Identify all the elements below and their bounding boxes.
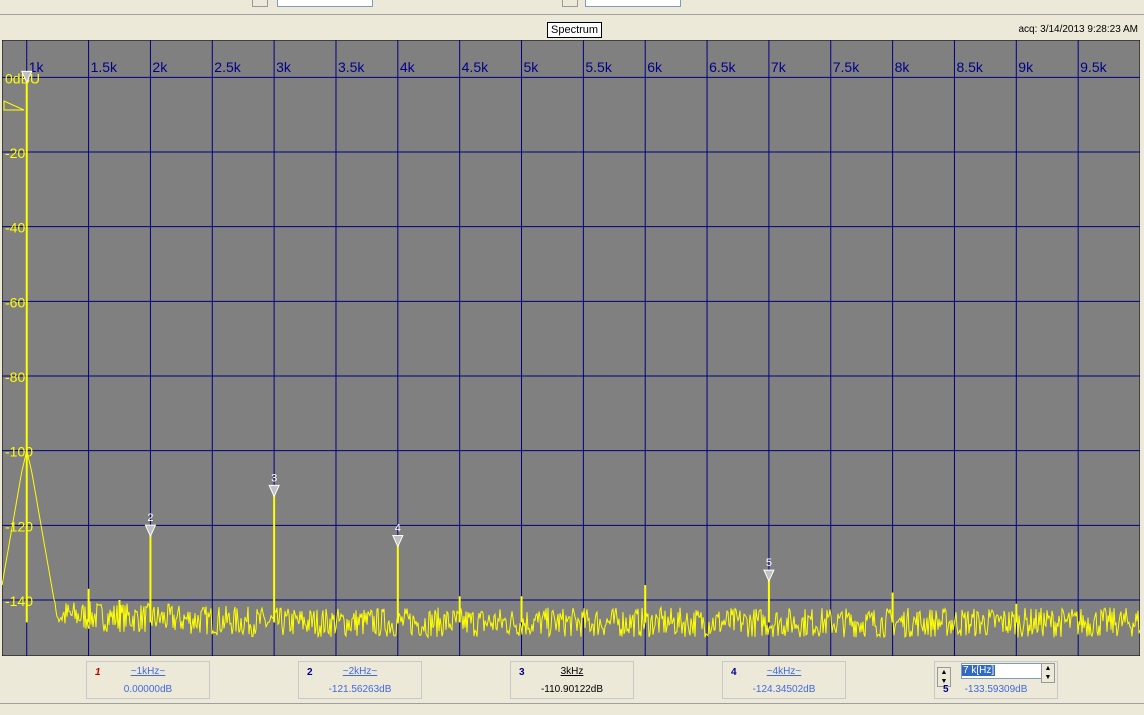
marker-label: 4 bbox=[395, 523, 401, 535]
acquisition-timestamp: acq: 3/14/2013 9:28:23 AM bbox=[1018, 24, 1138, 35]
top-toolbar-strip bbox=[0, 0, 1144, 15]
marker-frequency-link[interactable]: ~1kHz~ bbox=[87, 666, 209, 677]
x-tick-label: 7k bbox=[771, 59, 787, 75]
marker-value: 0.00000dB bbox=[123, 684, 173, 695]
marker-value: -110.90122dB bbox=[540, 684, 604, 695]
x-tick-label: 2.5k bbox=[214, 59, 241, 75]
marker-frequency-link[interactable]: ~2kHz~ bbox=[299, 666, 421, 677]
chart-header: Spectrum acq: 3/14/2013 9:28:23 AM bbox=[0, 14, 1144, 40]
x-tick-label: 4.5k bbox=[462, 59, 489, 75]
marker-value: -121.56263dB bbox=[328, 684, 392, 695]
top-input-1[interactable] bbox=[277, 0, 373, 7]
marker-box-5[interactable]: ▲ ▼ 7 k[Hz] ▲ ▼ 5 -133.59309dB bbox=[934, 661, 1058, 699]
x-tick-label: 3k bbox=[276, 59, 292, 75]
marker-value: -124.34502dB bbox=[752, 684, 816, 695]
x-tick-label: 8.5k bbox=[956, 59, 983, 75]
marker-spin-right-icon[interactable]: ▲ ▼ bbox=[1041, 663, 1055, 683]
markers-panel: 1 ~1kHz~ 0.00000dB 2 ~2kHz~ -121.56263dB… bbox=[0, 656, 1144, 702]
top-dropdown-arrow-icon[interactable] bbox=[252, 0, 268, 7]
x-tick-label: 7.5k bbox=[833, 59, 860, 75]
plot-background bbox=[2, 40, 1140, 656]
y-tick-label: -40 bbox=[5, 220, 25, 236]
marker-value: -133.59309dB bbox=[964, 684, 1028, 695]
y-tick-label: -120 bbox=[5, 518, 33, 534]
x-tick-label: 9k bbox=[1018, 59, 1034, 75]
x-tick-label: 6k bbox=[647, 59, 663, 75]
x-tick-label: 4k bbox=[400, 59, 416, 75]
y-tick-label: -20 bbox=[5, 145, 25, 161]
marker-box-2[interactable]: 2 ~2kHz~ -121.56263dB bbox=[298, 661, 422, 699]
top-input-2[interactable] bbox=[585, 0, 681, 7]
x-tick-label: 1.5k bbox=[91, 59, 118, 75]
marker-label: 2 bbox=[147, 512, 153, 524]
x-tick-label: 6.5k bbox=[709, 59, 736, 75]
x-tick-label: 5k bbox=[524, 59, 540, 75]
marker-frequency-input[interactable]: 7 k[Hz] bbox=[961, 663, 1049, 679]
marker-box-3[interactable]: 3 3kHz -110.90122dB bbox=[510, 661, 634, 699]
marker-box-4[interactable]: 4 ~4kHz~ -124.34502dB bbox=[722, 661, 846, 699]
marker-label: 3 bbox=[271, 472, 277, 484]
marker-frequency-link[interactable]: ~4kHz~ bbox=[723, 666, 845, 677]
chart-title: Spectrum bbox=[547, 22, 603, 38]
y-tick-label: -140 bbox=[5, 593, 33, 609]
x-tick-label: 3.5k bbox=[338, 59, 365, 75]
marker-frequency-link[interactable]: 3kHz bbox=[511, 666, 633, 677]
spectrum-plot[interactable]: 1k 1.5k 2k 2.5k 3k 3.5k 4k 4.5k 5k 5.5k 6k 6.5k 7k 7.… bbox=[2, 40, 1140, 656]
marker-box-1[interactable]: 1 ~1kHz~ 0.00000dB bbox=[86, 661, 210, 699]
y-tick-label: -80 bbox=[5, 369, 25, 385]
x-tick-label: 9.5k bbox=[1080, 59, 1107, 75]
x-tick-label: 5.5k bbox=[585, 59, 612, 75]
top-dropdown-arrow-icon[interactable] bbox=[562, 0, 578, 7]
y-tick-label: -60 bbox=[5, 294, 25, 310]
x-tick-label: 8k bbox=[895, 59, 911, 75]
status-bar bbox=[0, 703, 1144, 715]
x-tick-label: 2k bbox=[152, 59, 168, 75]
y-tick-label: -100 bbox=[5, 444, 33, 460]
marker-label: 5 bbox=[766, 557, 772, 569]
